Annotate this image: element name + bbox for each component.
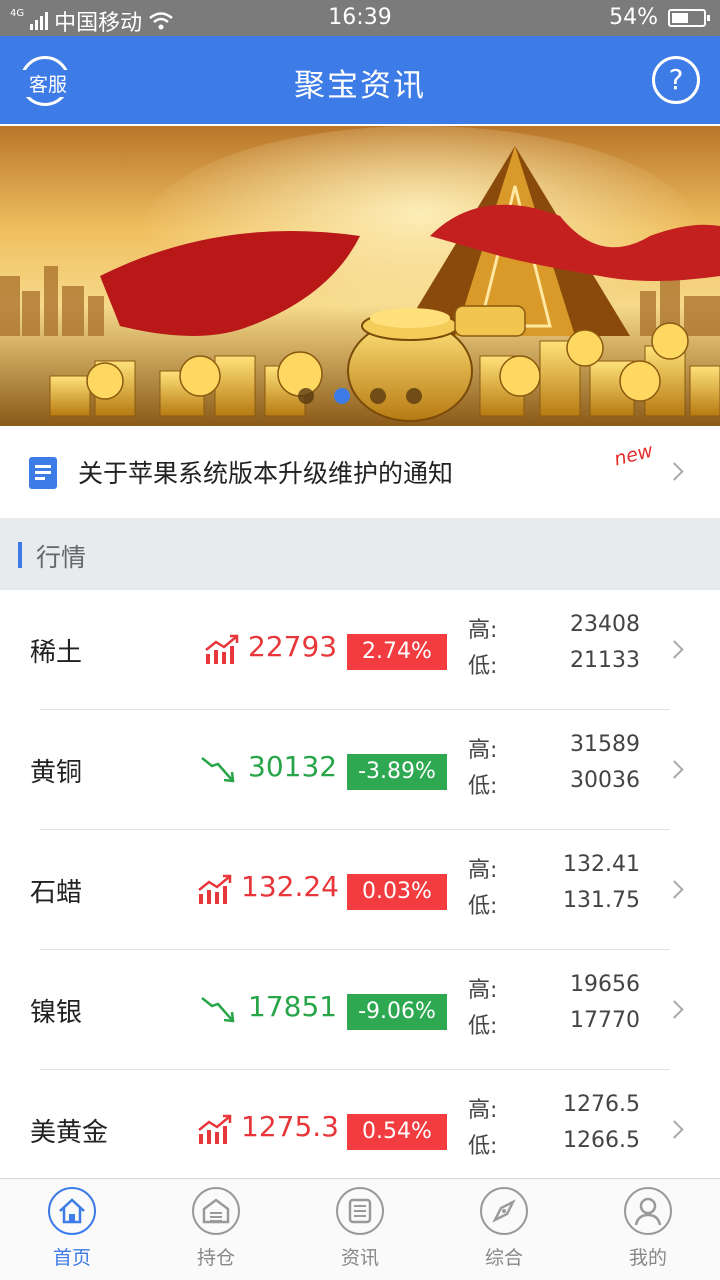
chevron-right-icon <box>665 1120 684 1139</box>
trend-down-icon <box>200 994 236 1024</box>
tab-holdings[interactable]: 持仓 <box>144 1187 288 1270</box>
status-bar: 4G 中国移动 16:39 54% <box>0 0 720 36</box>
price-value: 17851 <box>248 990 338 1023</box>
high-label: 高: <box>468 618 498 643</box>
battery-fill <box>672 12 689 23</box>
battery-percent: 54% <box>609 5 658 30</box>
high-label: 高: <box>468 738 498 763</box>
low-label: 低: <box>468 1134 498 1159</box>
trend-up-icon <box>197 874 233 904</box>
low-value: 17770 <box>570 1008 640 1033</box>
market-row[interactable]: 美黄金 1275.3 0.54% 高: 1276.5 低: 1266.5 <box>0 1070 720 1178</box>
pager-dot[interactable] <box>298 388 314 404</box>
bottom-tab-bar: 首页 持仓 资讯 综合 我的 <box>0 1178 720 1280</box>
market-row[interactable]: 石蜡 132.24 0.03% 高: 132.41 低: 131.75 <box>0 830 720 950</box>
change-badge: 0.54% <box>347 1114 447 1150</box>
price-value: 132.24 <box>241 870 339 903</box>
high-value: 1276.5 <box>563 1092 640 1117</box>
low-label: 低: <box>468 774 498 799</box>
tab-label: 首页 <box>52 1247 91 1269</box>
commodity-name: 镍银 <box>30 998 83 1028</box>
market-row[interactable]: 黄铜 30132 -3.89% 高: 31589 低: 30036 <box>0 710 720 830</box>
change-badge: 2.74% <box>347 634 447 670</box>
compass-icon <box>480 1187 528 1235</box>
news-icon <box>336 1187 384 1235</box>
high-value: 132.41 <box>563 852 640 877</box>
high-value: 19656 <box>570 972 640 997</box>
page-title: 聚宝资讯 <box>294 68 426 104</box>
document-icon <box>29 457 57 489</box>
market-row[interactable]: 镍银 17851 -9.06% 高: 19656 低: 17770 <box>0 950 720 1070</box>
battery-icon <box>668 8 710 27</box>
trend-up-icon <box>204 634 240 664</box>
user-icon <box>624 1187 672 1235</box>
chevron-right-icon <box>665 462 684 481</box>
new-badge: new <box>611 439 656 471</box>
high-label: 高: <box>468 978 498 1003</box>
commodity-name: 美黄金 <box>30 1118 109 1148</box>
notice-text: 关于苹果系统版本升级维护的通知 <box>78 459 454 488</box>
pager-dot[interactable] <box>370 388 386 404</box>
tab-label: 我的 <box>628 1247 667 1269</box>
low-label: 低: <box>468 654 498 679</box>
chevron-right-icon <box>665 760 684 779</box>
change-badge: -9.06% <box>347 994 447 1030</box>
tab-label: 持仓 <box>196 1247 235 1269</box>
tab-mine[interactable]: 我的 <box>576 1187 720 1270</box>
commodity-name: 黄铜 <box>30 758 83 788</box>
low-label: 低: <box>468 894 498 919</box>
trend-up-icon <box>197 1114 233 1144</box>
low-value: 30036 <box>570 768 640 793</box>
chevron-right-icon <box>665 880 684 899</box>
help-button[interactable]: ? <box>652 56 700 104</box>
high-label: 高: <box>468 1098 498 1123</box>
low-label: 低: <box>468 1014 498 1039</box>
notice-item[interactable]: 关于苹果系统版本升级维护的通知 new <box>0 426 720 518</box>
high-value: 31589 <box>570 732 640 757</box>
chevron-right-icon <box>665 640 684 659</box>
pager-dot[interactable] <box>406 388 422 404</box>
change-badge: -3.89% <box>347 754 447 790</box>
high-label: 高: <box>468 858 498 883</box>
price-value: 30132 <box>248 750 338 783</box>
pager-dot-active[interactable] <box>334 388 350 404</box>
commodity-name: 稀土 <box>30 638 83 668</box>
low-value: 21133 <box>570 648 640 673</box>
tab-news[interactable]: 资讯 <box>288 1187 432 1270</box>
change-badge: 0.03% <box>347 874 447 910</box>
tab-home[interactable]: 首页 <box>0 1187 144 1270</box>
section-header: 行情 <box>0 518 720 590</box>
low-value: 131.75 <box>563 888 640 913</box>
tab-general[interactable]: 综合 <box>432 1187 576 1270</box>
low-value: 1266.5 <box>563 1128 640 1153</box>
market-row[interactable]: 稀土 22793 2.74% 高: 23408 低: 21133 <box>0 590 720 710</box>
section-accent <box>18 542 22 568</box>
trend-down-icon <box>200 754 236 784</box>
high-value: 23408 <box>570 612 640 637</box>
chevron-right-icon <box>665 1000 684 1019</box>
home-icon <box>48 1187 96 1235</box>
warehouse-icon <box>192 1187 240 1235</box>
price-value: 1275.3 <box>241 1110 339 1143</box>
banner-image <box>0 126 720 426</box>
banner-pager <box>298 388 422 404</box>
promo-banner[interactable] <box>0 126 720 426</box>
tab-label: 资讯 <box>340 1247 379 1269</box>
app-header: 客服 聚宝资讯 ? <box>0 36 720 124</box>
section-title: 行情 <box>36 543 87 572</box>
tab-label: 综合 <box>484 1247 523 1269</box>
commodity-name: 石蜡 <box>30 878 83 908</box>
price-value: 22793 <box>248 630 338 663</box>
